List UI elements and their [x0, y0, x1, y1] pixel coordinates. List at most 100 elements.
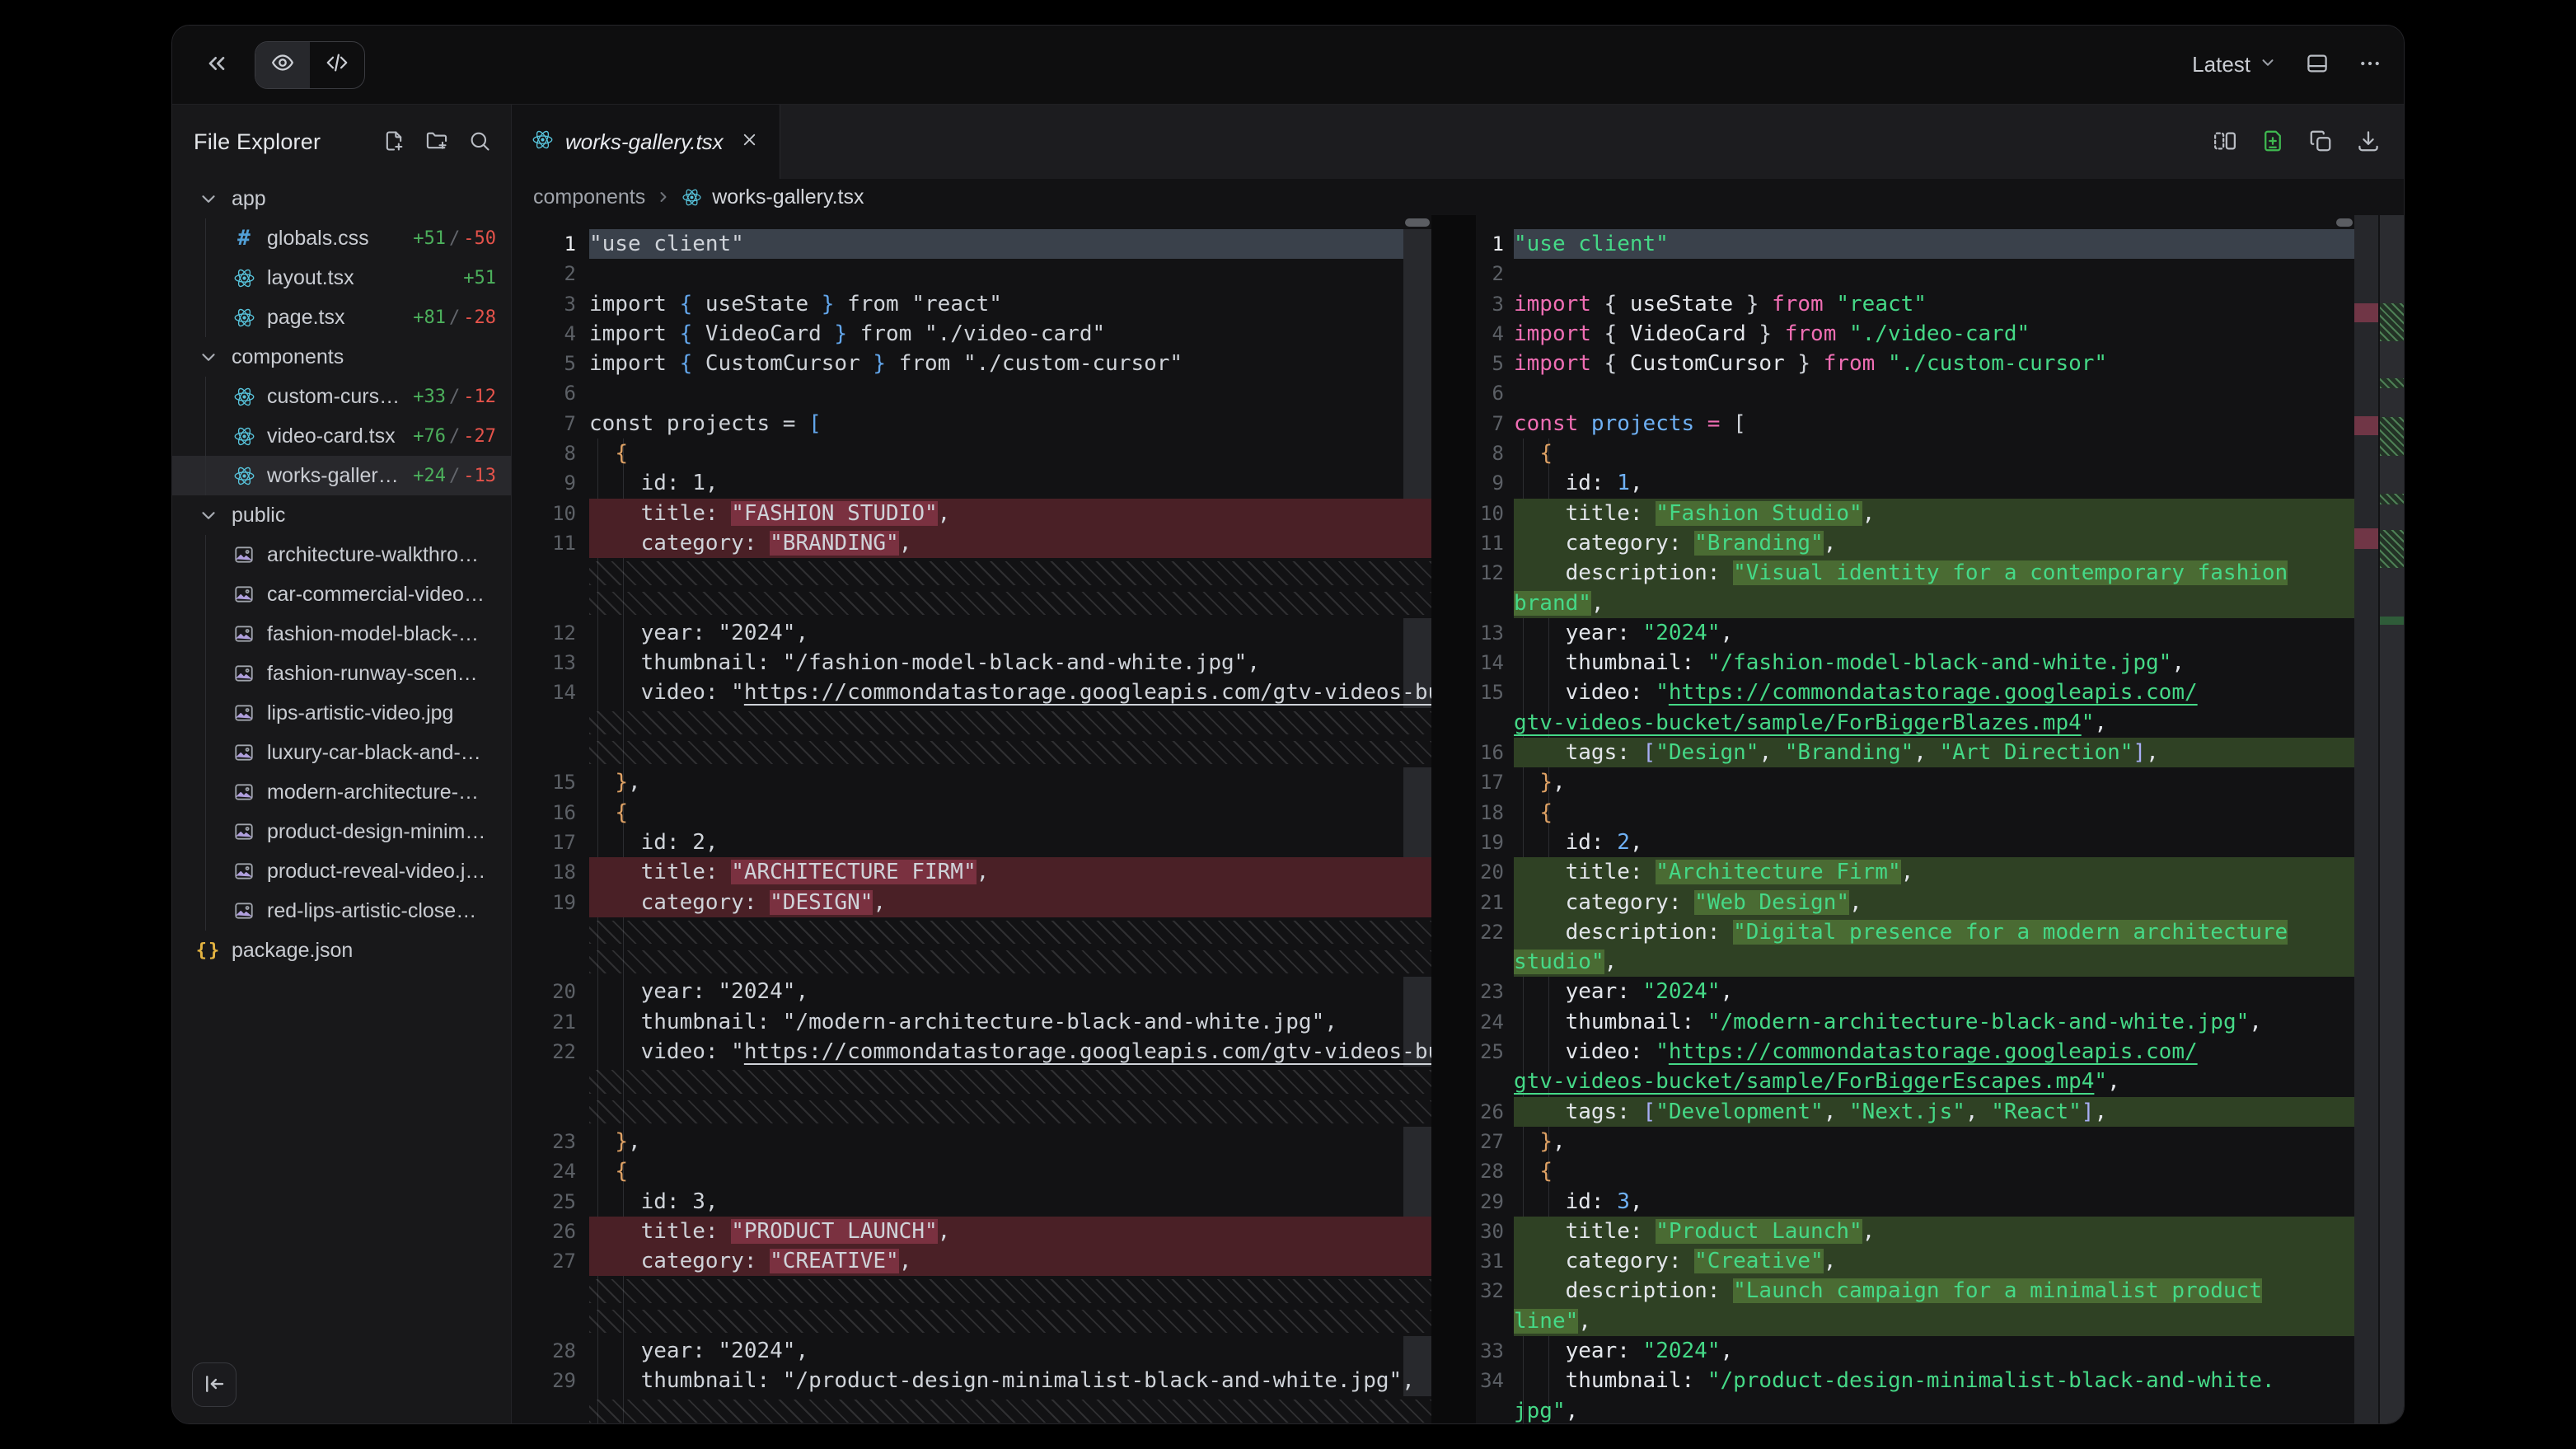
code-line: 11 category: "BRANDING",: [512, 528, 1431, 558]
code-line: gtv-videos-bucket/sample/ForBiggerEscape…: [1476, 1067, 2405, 1096]
sidebar-item-globals.css[interactable]: #globals.css+51/-50: [172, 218, 511, 258]
panel-layout-button[interactable]: [2305, 51, 2330, 78]
sidebar-folder-public[interactable]: public: [172, 495, 511, 535]
sidebar-item-product-design-minim-[interactable]: product-design-minim…: [172, 812, 511, 851]
line-number: 4: [1476, 319, 1514, 349]
sidebar-folder-app[interactable]: app: [172, 179, 511, 218]
code-line: 18 title: "ARCHITECTURE FIRM",: [512, 857, 1431, 887]
line-number: 5: [1476, 349, 1514, 378]
collapse-panel-button[interactable]: [192, 1362, 237, 1407]
sidebar-item-fashion-model-black-[interactable]: fashion-model-black-…: [172, 614, 511, 654]
line-number: 28: [512, 1336, 589, 1366]
sidebar-item-architecture-walkthro-[interactable]: architecture-walkthro…: [172, 535, 511, 574]
diff-filler-row: [512, 589, 1431, 618]
code-line: 27 },: [1476, 1127, 2405, 1156]
split-view-button[interactable]: [2213, 129, 2237, 156]
sidebar-item-car-commercial-video-[interactable]: car-commercial-video…: [172, 574, 511, 614]
sidebar-item-layout.tsx[interactable]: layout.tsx+51: [172, 258, 511, 298]
ellipsis-icon: [2358, 51, 2382, 78]
preview-toggle-button[interactable]: [255, 42, 310, 88]
split-columns-icon: [2213, 129, 2237, 156]
diff-stats: +24/-13: [413, 466, 511, 486]
scrollbar-thumb[interactable]: [2336, 218, 2353, 227]
file-label: custom-curs…: [267, 385, 400, 409]
file-label: modern-architecture-…: [267, 781, 479, 804]
scrollbar-thumb[interactable]: [1405, 218, 1430, 227]
sidebar-footer: [192, 1362, 237, 1407]
react-file-icon: [232, 386, 256, 408]
file-label: package.json: [232, 939, 353, 963]
copy-button[interactable]: [2308, 129, 2333, 156]
tab-close-button[interactable]: [740, 130, 759, 153]
diff-filler-row: [512, 1067, 1431, 1096]
more-options-button[interactable]: [2358, 51, 2382, 78]
code-line: 14 video: "https://commondatastorage.goo…: [512, 678, 1431, 707]
line-number: 14: [512, 678, 589, 707]
file-label: fashion-runway-scen…: [267, 662, 478, 686]
new-folder-button[interactable]: [425, 129, 448, 155]
file-label: fashion-model-black-…: [267, 622, 479, 646]
sidebar-item-package.json[interactable]: {}package.json: [172, 931, 511, 970]
code-toggle-button[interactable]: [310, 42, 364, 88]
code-line: 14 thumbnail: "/fashion-model-black-and-…: [1476, 648, 2405, 678]
diff-filler-row: [512, 1097, 1431, 1127]
code-line: 7const projects = [: [1476, 409, 2405, 438]
code-line: 30 title: "Product Launch",: [1476, 1217, 2405, 1246]
diff-overview-ruler[interactable]: [2354, 215, 2405, 1423]
copy-icon: [2308, 129, 2333, 156]
sidebar-item-video-card.tsx[interactable]: video-card.tsx+76/-27: [172, 416, 511, 456]
new-file-button[interactable]: [382, 129, 405, 155]
line-number: 10: [512, 499, 589, 528]
version-dropdown[interactable]: Latest: [2192, 52, 2277, 77]
sidebar-item-page.tsx[interactable]: page.tsx+81/-28: [172, 298, 511, 337]
diff-stats: +76/-27: [413, 426, 511, 447]
download-icon: [2356, 129, 2381, 156]
sidebar-item-lips-artistic-video.jpg[interactable]: lips-artistic-video.jpg: [172, 693, 511, 733]
breadcrumb: components works-gallery.tsx: [512, 179, 2404, 215]
line-number: 10: [1476, 499, 1514, 528]
file-explorer-header: File Explorer: [172, 105, 511, 179]
line-number: 33: [1476, 1336, 1514, 1366]
file-explorer-title: File Explorer: [194, 129, 321, 155]
download-button[interactable]: [2356, 129, 2381, 156]
tab-works-gallery[interactable]: works-gallery.tsx: [512, 105, 780, 179]
line-number: 13: [1476, 618, 1514, 648]
code-line: 15 video: "https://commondatastorage.goo…: [1476, 678, 2405, 707]
sidebar-item-works-galler-[interactable]: works-galler… +24/-13: [172, 456, 511, 495]
sidebar-folder-components[interactable]: components: [172, 337, 511, 377]
line-number: 14: [1476, 648, 1514, 678]
sidebar-item-fashion-runway-scen-[interactable]: fashion-runway-scen…: [172, 654, 511, 693]
react-file-icon: [232, 307, 256, 329]
file-label: globals.css: [267, 227, 369, 251]
line-number: 4: [512, 319, 589, 349]
file-label: lips-artistic-video.jpg: [267, 701, 453, 725]
line-number: 21: [1476, 888, 1514, 917]
sidebar-item-custom-curs-[interactable]: custom-curs… +33/-12: [172, 377, 511, 416]
file-label: product-reveal-video.j…: [267, 860, 485, 884]
file-label: public: [232, 504, 285, 528]
file-label: works-galler…: [267, 464, 399, 488]
line-number: 18: [1476, 798, 1514, 828]
diff-view-button[interactable]: [2260, 129, 2285, 156]
collapse-sidebar-button[interactable]: [204, 50, 230, 79]
diff-pane-modified: 1"use client"23import { useState } from …: [1476, 215, 2405, 1423]
code-line: 6: [1476, 378, 2405, 408]
pane-divider[interactable]: [1431, 215, 1476, 1423]
code-line: 19 id: 2,: [1476, 828, 2405, 857]
search-files-button[interactable]: [468, 129, 491, 155]
ruler-deletion-mark: [2354, 303, 2378, 322]
code-line: 33 year: "2024",: [1476, 1336, 2405, 1366]
chevron-right-icon: [655, 189, 672, 205]
sidebar-item-luxury-car-black-and-[interactable]: luxury-car-black-and-…: [172, 733, 511, 772]
ruler-addition-mark: [2380, 378, 2405, 388]
react-file-icon: [681, 187, 702, 208]
sidebar-item-product-reveal-video.j-[interactable]: product-reveal-video.j…: [172, 851, 511, 891]
sidebar-item-red-lips-artistic-close-[interactable]: red-lips-artistic-close…: [172, 891, 511, 931]
line-number: 9: [512, 468, 589, 498]
code-line: 4import { VideoCard } from "./video-card…: [512, 319, 1431, 349]
code-line: 3import { useState } from "react": [1476, 289, 2405, 319]
image-file-icon: [232, 860, 256, 882]
diff-stats: +33/-12: [413, 387, 511, 407]
sidebar-item-modern-architecture-[interactable]: modern-architecture-…: [172, 772, 511, 812]
line-number: 15: [1476, 678, 1514, 707]
